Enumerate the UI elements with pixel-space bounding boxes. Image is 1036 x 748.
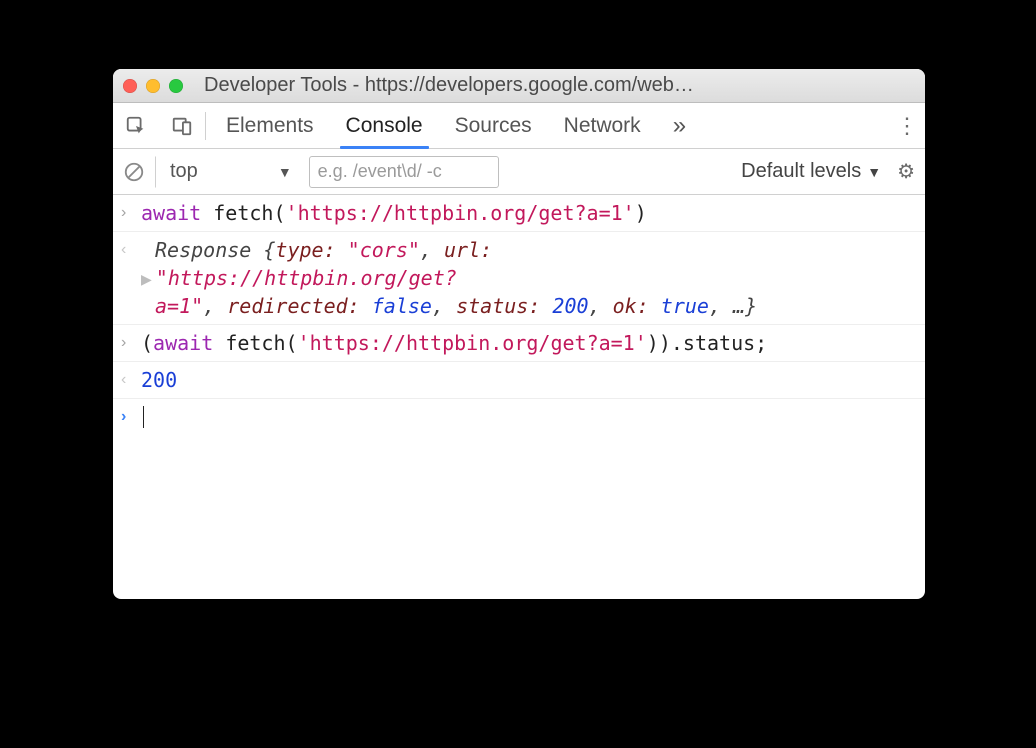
string: 'https://httpbin.org/get?a=1' [298, 331, 647, 355]
punct: , [432, 294, 456, 318]
punct: ) [635, 201, 647, 225]
chevron-down-icon: ▼ [867, 164, 881, 180]
punct: )) [647, 331, 671, 355]
console-input[interactable] [141, 403, 915, 431]
prompt-icon: › [121, 199, 141, 224]
punct: ( [141, 331, 153, 355]
tab-label: Console [346, 114, 423, 138]
val: a=1" [155, 294, 203, 318]
console-output[interactable]: › await fetch('https://httpbin.org/get?a… [113, 195, 925, 599]
filter-placeholder: e.g. /event\d/ -c [318, 161, 442, 182]
console-toolbar: top ▼ e.g. /event\d/ -c Default levels ▼… [113, 149, 925, 195]
return-icon: ‹ [121, 366, 141, 391]
prop: ok: [613, 294, 661, 318]
zoom-window-button[interactable] [169, 79, 183, 93]
window-controls [123, 79, 183, 93]
console-value: 200 [141, 366, 915, 394]
filter-input[interactable]: e.g. /event\d/ -c [309, 156, 499, 188]
func: fetch [225, 331, 285, 355]
console-result-row: ‹ Response {type: "cors", url: ▶"https:/… [113, 232, 925, 325]
punct: { [263, 238, 275, 262]
text-cursor [143, 406, 144, 428]
text [213, 331, 225, 355]
close-window-button[interactable] [123, 79, 137, 93]
prop: status: [456, 294, 552, 318]
keyword: await [141, 201, 201, 225]
prompt-icon: › [121, 329, 141, 354]
tab-console[interactable]: Console [330, 103, 439, 148]
punct: ( [273, 201, 285, 225]
object-class: Response [155, 238, 263, 262]
window-title: Developer Tools - https://developers.goo… [204, 74, 915, 97]
keyword: await [153, 331, 213, 355]
chevron-down-icon: ▼ [278, 164, 292, 180]
console-settings-button[interactable]: ⚙ [897, 159, 915, 184]
console-code: await fetch('https://httpbin.org/get?a=1… [141, 199, 915, 227]
punct: .status; [671, 331, 767, 355]
chevron-right-icon: » [673, 112, 686, 139]
levels-label: Default levels [741, 160, 861, 183]
punct: ( [286, 331, 298, 355]
prompt-icon: › [121, 403, 141, 428]
string: 'https://httpbin.org/get?a=1' [286, 201, 635, 225]
console-code: (await fetch('https://httpbin.org/get?a=… [141, 329, 915, 357]
console-object[interactable]: Response {type: "cors", url: ▶"https://h… [141, 236, 915, 320]
punct: , [589, 294, 613, 318]
execution-context-selector[interactable]: top ▼ [155, 156, 299, 188]
device-toolbar-icon[interactable] [159, 115, 205, 137]
tab-sources[interactable]: Sources [439, 103, 548, 148]
expand-icon[interactable]: ▶ [141, 270, 152, 290]
val: "https://httpbin.org/get? [156, 266, 457, 290]
punct: , [420, 238, 444, 262]
devtools-window: Developer Tools - https://developers.goo… [113, 69, 925, 599]
clear-console-button[interactable] [123, 161, 145, 183]
settings-menu-button[interactable]: ⋮ [889, 113, 925, 139]
divider [205, 112, 206, 140]
gear-icon: ⚙ [897, 161, 915, 183]
console-prompt-row[interactable]: › [113, 399, 925, 435]
prop: type: [275, 238, 347, 262]
val: 200 [552, 294, 588, 318]
prop: url: [444, 238, 504, 262]
log-levels-selector[interactable]: Default levels ▼ [741, 160, 881, 183]
prop: redirected: [227, 294, 372, 318]
console-result-row: ‹ 200 [113, 362, 925, 399]
func: fetch [213, 201, 273, 225]
vertical-dots-icon: ⋮ [896, 113, 918, 138]
tab-network[interactable]: Network [548, 103, 657, 148]
val: "cors" [348, 238, 420, 262]
inspect-element-icon[interactable] [113, 115, 159, 137]
return-icon: ‹ [121, 236, 141, 261]
console-input-row: › (await fetch('https://httpbin.org/get?… [113, 325, 925, 362]
more-tabs-button[interactable]: » [657, 112, 702, 140]
text [201, 201, 213, 225]
context-label: top [170, 160, 198, 183]
tab-label: Sources [455, 114, 532, 138]
console-input-row: › await fetch('https://httpbin.org/get?a… [113, 195, 925, 232]
tab-label: Elements [226, 114, 314, 138]
devtools-tabbar: Elements Console Sources Network » ⋮ [113, 103, 925, 149]
punct: , …} [709, 294, 757, 318]
punct: , [203, 294, 227, 318]
number: 200 [141, 368, 177, 392]
window-titlebar: Developer Tools - https://developers.goo… [113, 69, 925, 103]
minimize-window-button[interactable] [146, 79, 160, 93]
val: false [372, 294, 432, 318]
val: true [661, 294, 709, 318]
tab-elements[interactable]: Elements [210, 103, 330, 148]
tab-label: Network [564, 114, 641, 138]
